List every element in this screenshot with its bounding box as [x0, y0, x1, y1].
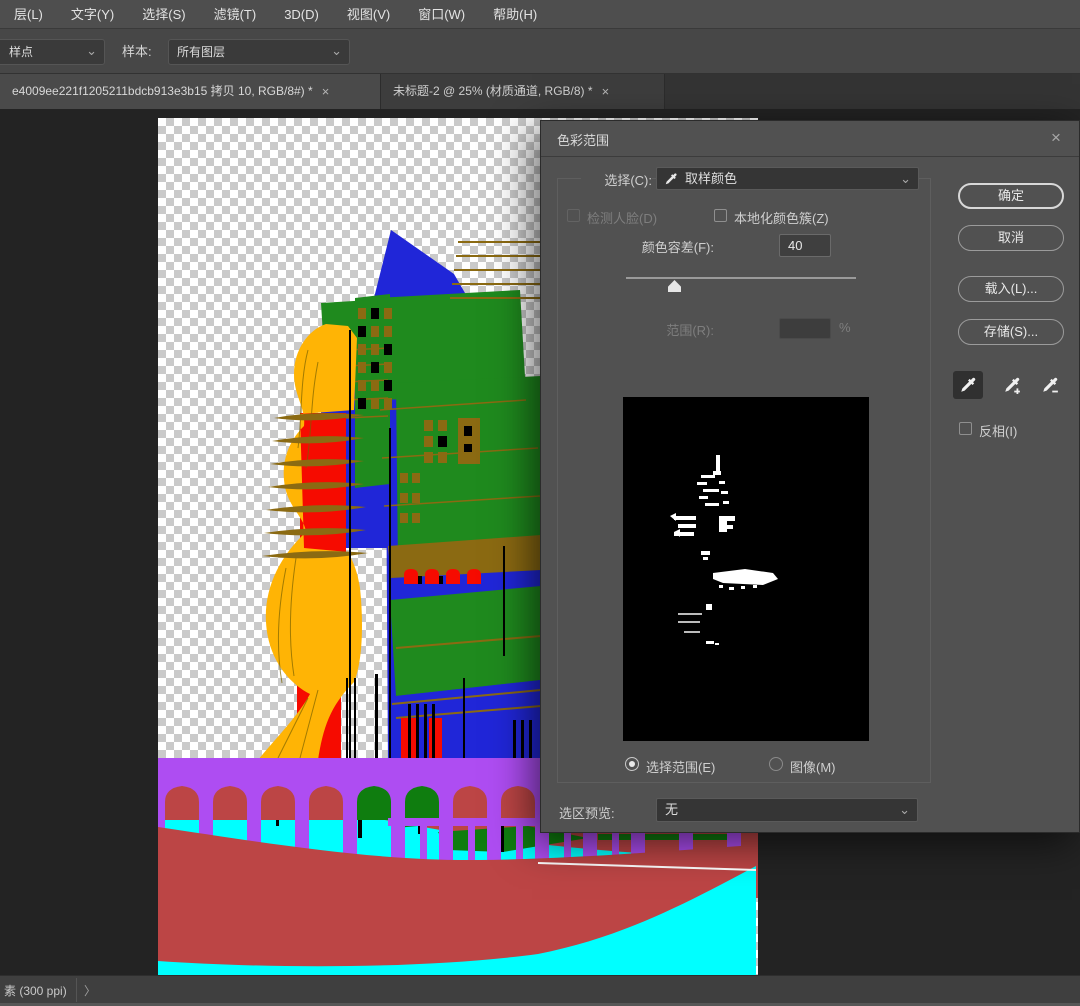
chevron-down-icon: ⌄ [86, 40, 97, 62]
range-unit: % [839, 320, 851, 335]
sample-layers-value: 所有图层 [177, 45, 225, 59]
menu-bar: 层(L) 文字(Y) 选择(S) 滤镜(T) 3D(D) 视图(V) 窗口(W)… [0, 0, 1080, 29]
menu-window[interactable]: 窗口(W) [404, 0, 479, 29]
color-range-dialog: 色彩范围 × 选择(C): 取样颜色 ⌄ 检测人脸(D) 本地化颜色簇(Z) 颜… [540, 120, 1080, 833]
sample-layers-select[interactable]: 所有图层 ⌄ [168, 39, 350, 65]
close-icon[interactable]: × [322, 74, 330, 109]
preview-image-label: 图像(M) [790, 757, 836, 776]
invert-checkbox[interactable] [959, 422, 972, 435]
fuzziness-slider-track[interactable] [626, 277, 856, 279]
sample-size-value: 样点 [0, 45, 33, 59]
tab-document-2-active[interactable]: 未标题-2 @ 25% (材质通道, RGB/8) * × [381, 74, 665, 109]
sample-size-select[interactable]: 样点 ⌄ [0, 39, 105, 65]
selection-preview-value: 无 [665, 802, 678, 817]
load-button[interactable]: 载入(L)... [958, 276, 1064, 302]
preview-selection-label: 选择范围(E) [646, 757, 715, 776]
detect-faces-checkbox[interactable] [567, 209, 580, 222]
eyedropper-icon [959, 376, 977, 394]
status-divider [76, 978, 77, 1002]
photoshop-window: 层(L) 文字(Y) 选择(S) 滤镜(T) 3D(D) 视图(V) 窗口(W)… [0, 0, 1080, 1006]
menu-type[interactable]: 文字(Y) [57, 0, 128, 29]
tab-document-1[interactable]: e4009ee221f1205211bdcb913e3b15 拷贝 10, RG… [0, 74, 381, 109]
preview-selection-radio[interactable] [625, 757, 639, 771]
menu-layer[interactable]: 层(L) [0, 0, 57, 29]
select-dropdown[interactable]: 取样颜色 ⌄ [656, 167, 919, 190]
status-chevron-icon[interactable]: 〉 [84, 982, 96, 999]
invert-label: 反相(I) [979, 421, 1017, 440]
eyedropper-icon [664, 172, 678, 186]
selection-preview-image[interactable] [623, 397, 869, 741]
select-label: 选择(C): [581, 170, 652, 189]
eyedropper-minus-icon [1041, 376, 1059, 394]
tab-label: 未标题-2 @ 25% (材质通道, RGB/8) * [393, 74, 593, 109]
dialog-title-bar[interactable]: 色彩范围 × [541, 121, 1079, 157]
chevron-down-icon: ⌄ [900, 168, 911, 190]
dialog-title: 色彩范围 [557, 130, 609, 149]
selection-preview-dropdown[interactable]: 无 ⌄ [656, 798, 918, 822]
ok-button[interactable]: 确定 [958, 183, 1064, 209]
menu-3d[interactable]: 3D(D) [270, 0, 333, 29]
selection-preview-label: 选区预览: [559, 803, 615, 822]
fuzziness-input[interactable]: 40 [779, 234, 831, 257]
range-label: 范围(R): [601, 320, 714, 339]
eyedropper-plus-button[interactable] [997, 371, 1027, 399]
localized-clusters-checkbox[interactable] [714, 209, 727, 222]
detect-faces-label: 检测人脸(D) [587, 208, 657, 227]
sample-label: 样本: [122, 39, 152, 65]
range-input [779, 318, 831, 339]
preview-image-radio[interactable] [769, 757, 783, 771]
eyedropper-button[interactable] [953, 371, 983, 399]
status-zoom-info: 素 (300 ppi) [4, 982, 67, 999]
close-icon[interactable]: × [1045, 127, 1067, 149]
menu-select[interactable]: 选择(S) [128, 0, 199, 29]
options-bar: 样点 ⌄ 样本: 所有图层 ⌄ [0, 29, 1080, 74]
status-bar: 素 (300 ppi) 〉 [0, 975, 1080, 1006]
menu-help[interactable]: 帮助(H) [479, 0, 551, 29]
localized-clusters-label: 本地化颜色簇(Z) [734, 208, 829, 227]
fuzziness-label: 颜色容差(F): [601, 237, 714, 256]
tab-label: e4009ee221f1205211bdcb913e3b15 拷贝 10, RG… [12, 74, 313, 109]
menu-filter[interactable]: 滤镜(T) [200, 0, 271, 29]
cancel-button[interactable]: 取消 [958, 225, 1064, 251]
eyedropper-plus-icon [1003, 376, 1021, 394]
save-button[interactable]: 存储(S)... [958, 319, 1064, 345]
chevron-down-icon: ⌄ [899, 799, 910, 821]
eyedropper-minus-button[interactable] [1035, 371, 1065, 399]
document-tab-bar: e4009ee221f1205211bdcb913e3b15 拷贝 10, RG… [0, 74, 1080, 109]
menu-view[interactable]: 视图(V) [333, 0, 404, 29]
close-icon[interactable]: × [602, 74, 610, 109]
chevron-down-icon: ⌄ [331, 40, 342, 62]
